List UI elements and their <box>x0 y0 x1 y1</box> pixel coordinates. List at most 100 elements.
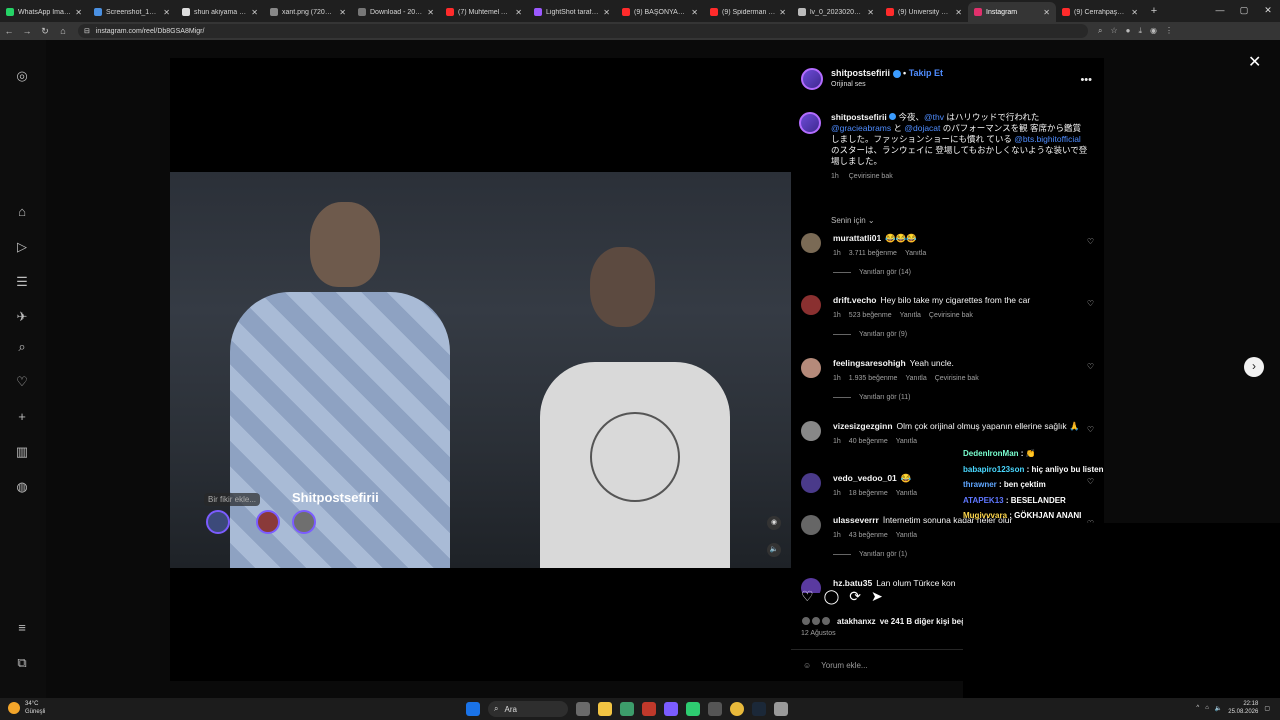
tab-close-icon[interactable]: ✕ <box>1131 8 1138 17</box>
tab-close-icon[interactable]: ✕ <box>339 8 346 17</box>
bookmark-icon[interactable]: ☆ <box>1110 26 1117 36</box>
steam-icon[interactable] <box>752 702 766 716</box>
app-icon[interactable] <box>774 702 788 716</box>
taskbar-search[interactable]: ⌕ Ara <box>488 701 568 717</box>
browser-tab[interactable]: (7) Muhtemel Aşk 1 ✕ <box>440 2 528 22</box>
browser-tab[interactable]: (9) Spiderman Çizg ✕ <box>704 2 792 22</box>
start-icon[interactable] <box>466 702 480 716</box>
reply-link[interactable]: Yanıtla <box>896 490 917 497</box>
view-replies-link[interactable]: Yanıtları gör (11) <box>833 394 1096 401</box>
mute-icon[interactable]: 🔈 <box>767 543 781 557</box>
reply-link[interactable]: Yanıtla <box>905 375 926 382</box>
site-info-icon[interactable]: ⊟ <box>84 27 90 35</box>
browser-tab[interactable]: LightShot tarafında ✕ <box>528 2 616 22</box>
tab-close-icon[interactable]: ✕ <box>779 8 786 17</box>
caption-translate-link[interactable]: Çevirisine bak <box>849 173 893 180</box>
commenter-username[interactable]: murattatli01 <box>833 233 881 243</box>
mention-link[interactable]: @gracieabrams <box>831 123 891 133</box>
volume-icon[interactable]: 🔈 <box>1215 705 1222 712</box>
view-replies-link[interactable]: Yanıtları gör (9) <box>833 331 1096 338</box>
translate-link[interactable]: Çevirisine bak <box>929 312 973 319</box>
follow-button[interactable]: Takip Et <box>909 68 943 78</box>
tab-close-icon[interactable]: ✕ <box>603 8 610 17</box>
comment-likes[interactable]: 3.711 beğenme <box>849 250 897 257</box>
emoji-icon[interactable]: ☺ <box>803 661 811 670</box>
browser-tab[interactable]: Instagram ✕ <box>968 2 1056 22</box>
translate-link[interactable]: Çevirisine bak <box>935 375 979 382</box>
mention-link[interactable]: @thv <box>924 112 944 122</box>
browser-tab[interactable]: WhatsApp Image 2✕ <box>0 2 88 22</box>
browser-tab[interactable]: lv_0_20230202173 ✕ <box>792 2 880 22</box>
minimize-button[interactable]: — <box>1208 0 1232 22</box>
browser-tab[interactable]: (9) Cerrahpaşalılar ✕ <box>1056 2 1144 22</box>
commenter-username[interactable]: vedo_vedoo_01 <box>833 473 897 483</box>
tab-close-icon[interactable]: ✕ <box>867 8 874 17</box>
more-options-icon[interactable]: ••• <box>1080 74 1092 86</box>
commenter-avatar[interactable] <box>801 358 821 378</box>
app-icon[interactable] <box>686 702 700 716</box>
tray-overflow-icon[interactable]: ^ <box>1196 705 1199 711</box>
browser-tab[interactable]: xant.png (720×540) ✕ <box>264 2 352 22</box>
network-icon[interactable]: ⌂ <box>1205 705 1209 711</box>
comment-input[interactable]: Yorum ekle... <box>821 661 867 670</box>
reply-link[interactable]: Yanıtla <box>900 312 921 319</box>
audio-label[interactable]: Orijinal ses <box>831 81 943 88</box>
tab-close-icon[interactable]: ✕ <box>75 8 82 17</box>
home-icon[interactable]: ⌂ <box>54 26 72 36</box>
tab-close-icon[interactable]: ✕ <box>427 8 434 17</box>
next-reel-button[interactable]: › <box>1244 357 1264 377</box>
mention-link[interactable]: @bts.bighitofficial <box>1014 134 1081 144</box>
extension-icon[interactable]: ● <box>1126 26 1131 36</box>
tab-close-icon[interactable]: ✕ <box>251 8 258 17</box>
browser-tab[interactable]: Download - 2026-0 ✕ <box>352 2 440 22</box>
notifications-nav-icon[interactable]: ♡ <box>14 374 30 390</box>
overlay-avatar[interactable] <box>292 510 316 534</box>
view-replies-link[interactable]: Yanıtları gör (14) <box>833 269 1096 276</box>
reels-nav-icon[interactable]: ▷ <box>14 239 30 255</box>
dashboard-nav-icon[interactable]: ▥ <box>14 444 30 460</box>
comment-likes[interactable]: 523 beğenme <box>849 312 892 319</box>
overlay-avatar[interactable] <box>256 510 280 534</box>
zoom-icon[interactable]: ⌕ <box>1098 26 1102 36</box>
commenter-avatar[interactable] <box>801 421 821 441</box>
browser-tab[interactable]: shun akiyama - Go ✕ <box>176 2 264 22</box>
comment-like-icon[interactable]: ♡ <box>1087 425 1094 434</box>
weather-widget[interactable]: 34°C Güneşli <box>8 700 45 716</box>
comment-likes[interactable]: 43 beğenme <box>849 532 888 539</box>
home-nav-icon[interactable]: ⌂ <box>14 204 30 220</box>
commenter-avatar[interactable] <box>801 515 821 535</box>
forward-icon[interactable]: → <box>18 26 36 36</box>
comment-likes[interactable]: 1.935 beğenme <box>849 375 898 382</box>
commenter-avatar[interactable] <box>801 473 821 493</box>
comment-like-icon[interactable]: ♡ <box>1087 237 1094 246</box>
close-icon[interactable]: ✕ <box>1248 52 1261 72</box>
profile-nav-icon[interactable]: ◍ <box>14 479 30 495</box>
tab-close-icon[interactable]: ✕ <box>955 8 962 17</box>
discord-icon[interactable] <box>664 702 678 716</box>
commenter-username[interactable]: drift.vecho <box>833 295 876 305</box>
new-tab-button[interactable]: + <box>1144 5 1164 17</box>
commenter-username[interactable]: vizesizgezginn <box>833 421 893 431</box>
commenter-username[interactable]: hz.batu35 <box>833 578 872 588</box>
tab-close-icon[interactable]: ✕ <box>691 8 698 17</box>
comment-like-icon[interactable]: ♡ <box>1087 299 1094 308</box>
download-icon[interactable]: ⤓ <box>1139 26 1143 36</box>
comment-likes[interactable]: 40 beğenme <box>849 438 888 445</box>
explore-nav-icon[interactable]: ☰ <box>14 274 30 290</box>
author-avatar[interactable] <box>801 68 823 90</box>
video-comment-hint[interactable]: Bir fikir ekle... <box>204 493 261 506</box>
tab-close-icon[interactable]: ✕ <box>515 8 522 17</box>
file-explorer-icon[interactable] <box>598 702 612 716</box>
create-nav-icon[interactable]: + <box>14 409 30 425</box>
messages-nav-icon[interactable]: ✈ <box>14 309 30 325</box>
back-icon[interactable]: ← <box>0 26 18 36</box>
instagram-logo-icon[interactable]: ◎ <box>14 68 30 84</box>
likes-tail[interactable]: ve 241 B diğer kişi beğ <box>880 617 966 626</box>
search-nav-icon[interactable]: ⌕ <box>14 339 30 355</box>
browser-tab[interactable]: (9) BAŞONYAHU'NU✕ <box>616 2 704 22</box>
reply-link[interactable]: Yanıtla <box>905 250 926 257</box>
caption-avatar[interactable] <box>799 112 821 134</box>
caption-username[interactable]: shitpostsefirii <box>831 112 887 122</box>
comment-icon[interactable]: ◯ <box>824 588 840 605</box>
commenter-username[interactable]: feelingsaresohigh <box>833 358 906 368</box>
